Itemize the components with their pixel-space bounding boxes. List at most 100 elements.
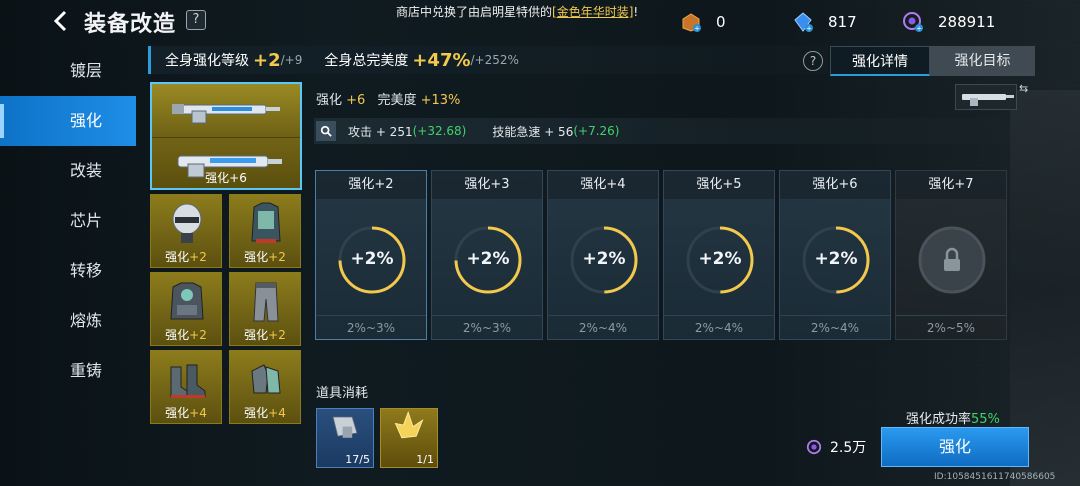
consume-title: 道具消耗 [316,386,369,401]
level-range: 2%~4% [664,315,774,339]
level-bonus: +2% [466,249,510,269]
help-icon[interactable]: ? [186,10,206,30]
enhance-cost: 2.5万 [806,437,866,457]
level-card[interactable]: 强化+5 +2% 2%~4% [663,170,775,340]
rifle-icon [962,94,1014,106]
perfect-label: 完美度 [377,93,417,108]
purple-orb-icon [806,439,822,455]
enhance-button[interactable]: 强化 [881,427,1029,467]
level-range: 2%~5% [896,315,1006,339]
user-id: ID:1058451611740586605 [934,472,1056,482]
level-label: 强化+7 [896,171,1006,199]
level-card[interactable]: 强化+4 +2% 2%~4% [547,170,659,340]
back-button[interactable] [48,8,74,34]
weapon-slot[interactable]: 强化+6 [150,82,302,190]
armor-icon [170,282,204,320]
level-label: 强化+2 [316,171,426,199]
item-count: 17/5 [345,453,370,466]
consume-item[interactable]: 17/5 [316,408,374,468]
bronze-chest-icon: + [682,13,701,33]
enhance-label: 强化 [316,93,343,108]
chevron-left-icon [53,10,67,32]
enhance-value: +6 [346,93,366,108]
notice-link[interactable]: [金色年华时装] [552,5,633,19]
gear-slot-armor[interactable]: 强化+2 [150,272,222,346]
side-nav: 镀层 强化 改装 芯片 转移 熔炼 重铸 [0,46,136,396]
gear-enhance-label: 强化+2 [230,326,300,343]
level-label: 强化+6 [780,171,890,199]
gear-slot-helmet[interactable]: 强化+2 [150,194,222,268]
nav-item-recast[interactable]: 重铸 [0,346,136,396]
gear-slot-vest[interactable]: 强化+2 [229,194,301,268]
nav-item-modify[interactable]: 改装 [0,146,136,196]
level-card-locked[interactable]: 强化+7 2%~5% [895,170,1007,340]
gear-slot-gloves[interactable]: 强化+4 [229,350,301,424]
label-value: +2 [189,328,207,342]
level-card[interactable]: 强化+2 +2% 2%~3% [315,170,427,340]
label-value: +2 [189,250,207,264]
gear-slot-boots[interactable]: 强化+4 [150,350,222,424]
blue-gem-icon: + [794,12,813,33]
purple-orb-icon: + [903,12,923,33]
label-value: +4 [189,406,207,420]
weapon-enhance-label: 强化+6 [152,169,300,186]
label-prefix: 强化 [165,406,190,420]
gear-slot-pants[interactable]: 强化+2 [229,272,301,346]
attack-stat: 攻击 + 251 [348,124,413,139]
nav-item-enhance[interactable]: 强化 [0,96,136,146]
gear-enhance-label: 强化+4 [151,404,221,421]
label-prefix: 强化 [244,328,269,342]
notice-text: 商店中兑换了由启明星特供的 [396,5,553,19]
yellow-crystal-icon [394,411,424,439]
gear-enhance-label: 强化+2 [151,326,221,343]
total-perfect-value: +47% [412,49,471,71]
weapon-preview-top [152,84,300,138]
level-range: 2%~4% [548,315,658,339]
level-label: 强化+3 [432,171,542,199]
tab-enhance-target[interactable]: 强化目标 [930,46,1035,76]
notice-suffix: ! [633,5,639,19]
notice-banner: 商店中兑换了由启明星特供的[金色年华时装]! [396,3,638,20]
nav-item-transfer[interactable]: 转移 [0,246,136,296]
tab-enhance-detail[interactable]: 强化详情 [830,46,930,76]
svg-text:+: + [916,25,922,33]
consume-item[interactable]: 1/1 [380,408,438,468]
nav-item-smelt[interactable]: 熔炼 [0,296,136,346]
total-perfect-max: /+252% [470,53,519,67]
help-icon[interactable]: ? [803,51,823,71]
swap-icon[interactable]: ⇆ [1019,82,1028,95]
vest-icon [251,202,281,243]
helmet-icon [172,203,202,243]
attack-bonus: (+32.68) [412,124,467,138]
currency-orb[interactable]: + 288911 [902,10,995,34]
svg-text:+: + [806,25,812,33]
total-perfect-label: 全身总完美度 [324,53,409,69]
summary-bar: 全身强化等级 +2 /+9 全身总完美度 +47% /+252% [148,46,828,74]
nav-item-plating[interactable]: 镀层 [0,46,136,96]
pants-icon [253,282,279,322]
total-level-label: 全身强化等级 [165,53,249,69]
svg-text:+: + [694,25,700,33]
label-prefix: 强化 [205,171,230,185]
search-icon[interactable] [316,121,336,141]
currency-gem[interactable]: + 817 [792,10,857,34]
nav-item-chip[interactable]: 芯片 [0,196,136,246]
weapon-thumbnail[interactable] [955,84,1017,110]
level-bonus: +2% [582,249,626,269]
level-label: 强化+5 [664,171,774,199]
level-range: 2%~3% [316,315,426,339]
level-card[interactable]: 强化+3 +2% 2%~3% [431,170,543,340]
label-prefix: 强化 [244,406,269,420]
rate-label: 强化成功率 [906,412,972,427]
currency-bronze[interactable]: + 0 [680,10,726,34]
label-prefix: 强化 [244,250,269,264]
rifle-icon [172,104,280,124]
level-card[interactable]: 强化+6 +2% 2%~4% [779,170,891,340]
level-label: 强化+4 [548,171,658,199]
gear-enhance-label: 强化+2 [151,248,221,265]
label-value: +2 [268,328,286,342]
attribute-bar: 攻击 + 251 (+32.68) 技能急速 + 56 (+7.26) [314,118,1014,144]
gear-enhance-label: 强化+2 [230,248,300,265]
rate-value: 55% [971,412,1000,427]
level-range: 2%~4% [780,315,890,339]
